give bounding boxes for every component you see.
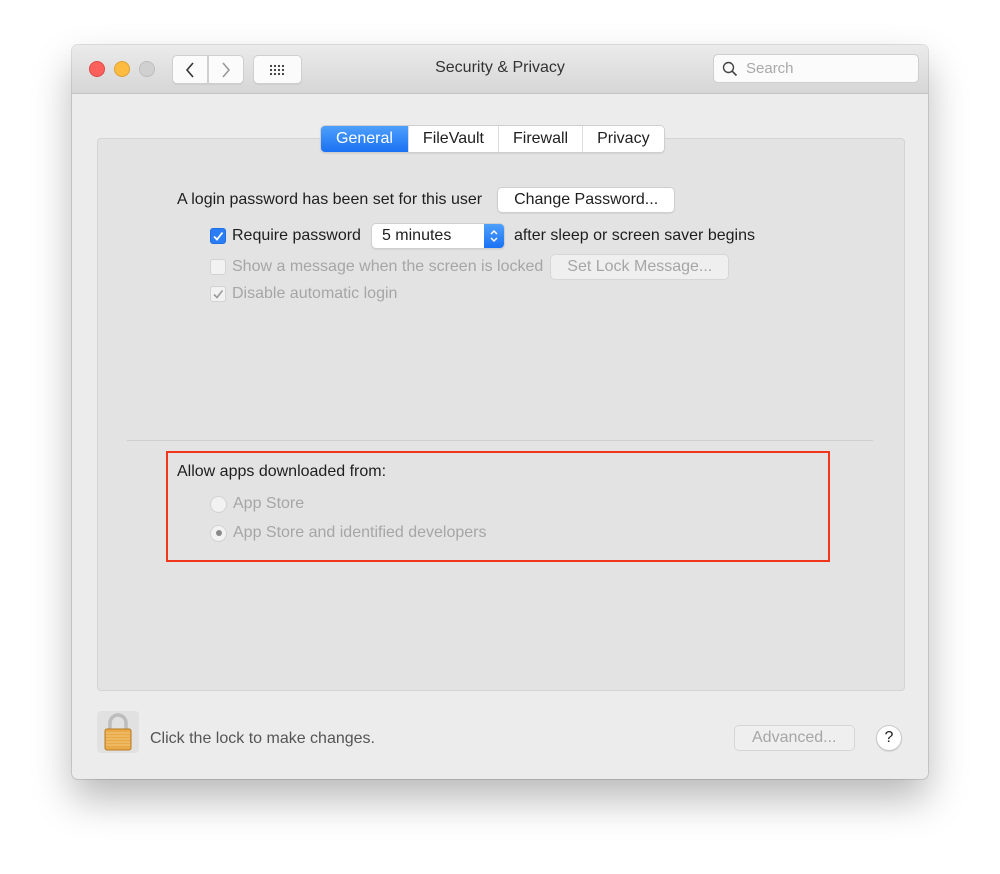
show-message-label: Show a message when the screen is locked bbox=[232, 258, 544, 275]
require-password-delay-select[interactable]: 5 minutes bbox=[370, 223, 505, 249]
require-password-suffix: after sleep or screen saver begins bbox=[513, 227, 755, 244]
lock-button[interactable] bbox=[97, 711, 139, 753]
tab-filevault[interactable]: FileVault bbox=[407, 126, 498, 152]
lock-message: Click the lock to make changes. bbox=[150, 730, 375, 747]
stepper-arrows-icon bbox=[483, 224, 504, 248]
allow-apps-heading-row: Allow apps downloaded from: bbox=[177, 463, 386, 481]
radio-option-identified: App Store and identified developers bbox=[210, 524, 487, 542]
security-privacy-window: Security & Privacy General FileVault Fir… bbox=[72, 45, 928, 779]
minimize-button[interactable] bbox=[114, 61, 130, 77]
advanced-button[interactable]: Advanced... bbox=[734, 725, 855, 751]
require-password-row: Require password 5 minutes after sleep o… bbox=[210, 223, 755, 249]
lock-message-row: Click the lock to make changes. bbox=[150, 730, 375, 748]
lock-icon bbox=[104, 713, 132, 751]
tab-firewall[interactable]: Firewall bbox=[497, 126, 583, 152]
tab-general[interactable]: General bbox=[321, 126, 408, 152]
checkmark-icon bbox=[213, 231, 224, 241]
tab-privacy[interactable]: Privacy bbox=[582, 126, 664, 152]
set-lock-message-button[interactable]: Set Lock Message... bbox=[550, 254, 730, 280]
checkmark-icon bbox=[213, 290, 224, 299]
app-store-radio[interactable] bbox=[210, 495, 227, 513]
forward-button[interactable] bbox=[208, 55, 244, 84]
disable-auto-login-checkbox[interactable] bbox=[210, 286, 226, 302]
tab-bar: General FileVault Firewall Privacy bbox=[320, 125, 665, 153]
advanced-row: Advanced... bbox=[734, 725, 855, 751]
disable-auto-login-label: Disable automatic login bbox=[232, 285, 398, 302]
grid-icon bbox=[269, 64, 284, 75]
change-password-button[interactable]: Change Password... bbox=[497, 187, 676, 213]
disable-auto-login-row: Disable automatic login bbox=[210, 285, 397, 303]
login-password-text: A login password has been set for this u… bbox=[177, 191, 483, 208]
general-panel bbox=[97, 138, 905, 691]
radio-option-app-store: App Store bbox=[210, 495, 304, 513]
identified-developers-radio[interactable] bbox=[210, 524, 227, 542]
back-button[interactable] bbox=[172, 55, 208, 84]
login-password-row: A login password has been set for this u… bbox=[177, 187, 676, 213]
help-button[interactable]: ? bbox=[876, 725, 902, 751]
section-divider bbox=[127, 440, 873, 441]
delay-value: 5 minutes bbox=[381, 227, 452, 244]
show-message-row: Show a message when the screen is locked… bbox=[210, 254, 730, 280]
app-store-label: App Store bbox=[233, 495, 305, 512]
show-message-checkbox[interactable] bbox=[210, 259, 226, 275]
require-password-label: Require password bbox=[232, 227, 361, 244]
show-all-button[interactable] bbox=[253, 55, 302, 84]
require-password-checkbox[interactable] bbox=[210, 228, 226, 244]
close-button[interactable] bbox=[89, 61, 105, 77]
allow-apps-heading: Allow apps downloaded from: bbox=[177, 463, 387, 480]
chevron-right-icon bbox=[222, 61, 231, 78]
chevron-left-icon bbox=[185, 61, 194, 78]
search-field[interactable] bbox=[713, 54, 919, 83]
zoom-button[interactable] bbox=[139, 61, 155, 77]
help-icon: ? bbox=[884, 729, 894, 746]
titlebar: Security & Privacy bbox=[72, 45, 928, 94]
search-input[interactable] bbox=[744, 59, 908, 78]
identified-developers-label: App Store and identified developers bbox=[233, 524, 487, 541]
search-icon bbox=[722, 61, 738, 76]
